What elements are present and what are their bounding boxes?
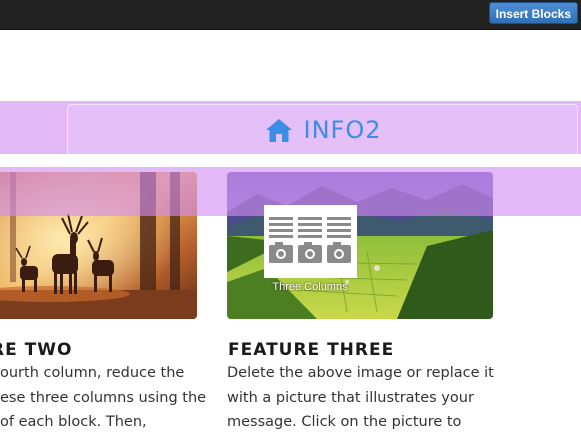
feature-two-title: RE TWO — [0, 340, 73, 360]
text-line: with a picture that illustrates your — [227, 389, 474, 406]
text-line: ese three columns using the — [0, 389, 207, 406]
text-line: Delete the above image or replace it — [227, 365, 494, 381]
feature-three-title: FEATURE THREE — [228, 340, 395, 360]
three-columns-thumbnail[interactable] — [264, 205, 357, 278]
text-line: message. Click on the picture to — [227, 414, 462, 430]
insert-blocks-button[interactable]: Insert Blocks — [488, 2, 578, 24]
top-toolbar: Insert Blocks — [0, 0, 581, 30]
info-block-title: INFO2 — [303, 115, 382, 144]
text-line: of each block. Then, — [0, 414, 147, 430]
three-columns-icon — [269, 217, 351, 263]
info-block[interactable]: INFO2 — [67, 104, 578, 155]
home-icon — [265, 118, 292, 142]
three-columns-label: Three Columns — [272, 281, 348, 293]
feature-three-text: Delete the above image or replace it wit… — [227, 361, 494, 435]
feature-two-text: ourth column, reduce the ese three colum… — [0, 361, 206, 435]
text-line: ourth column, reduce the — [0, 365, 185, 381]
